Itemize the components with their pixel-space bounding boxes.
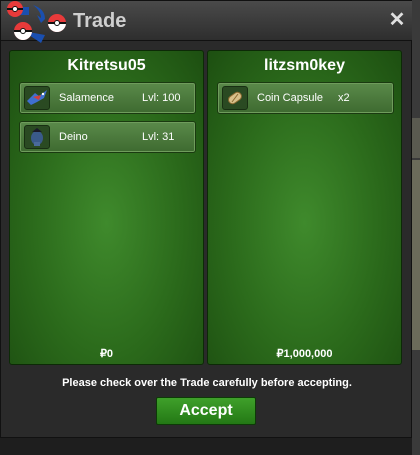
left-player-name: Kitretsu05 — [67, 57, 146, 74]
background-strip — [412, 118, 420, 158]
item-name: Coin Capsule — [257, 92, 324, 104]
background-edge — [412, 0, 420, 455]
item-level: Lvl: 100 — [142, 92, 181, 104]
title-bar[interactable]: Trade ✕ — [1, 1, 413, 43]
item-name: Deino — [59, 131, 88, 143]
coin-capsule-icon — [222, 86, 248, 110]
left-trade-panel: Kitretsu05 Salamence Lvl: 100 Deino Lvl:… — [9, 50, 204, 365]
trade-logo-icon — [7, 1, 66, 43]
right-item-coin-capsule[interactable]: Coin Capsule x2 — [217, 82, 394, 114]
deino-icon — [24, 125, 50, 149]
trade-notice: Please check over the Trade carefully be… — [62, 377, 352, 389]
left-item-deino[interactable]: Deino Lvl: 31 — [19, 121, 196, 153]
trade-window: Trade ✕ Kitretsu05 Salamence Lvl: 100 De… — [0, 0, 413, 438]
close-icon[interactable]: ✕ — [387, 10, 407, 30]
background-strip — [412, 160, 420, 350]
left-money: ₽0 — [99, 348, 114, 360]
right-money: ₽1,000,000 — [276, 348, 333, 360]
item-quantity: x2 — [338, 92, 350, 104]
accept-button[interactable]: Accept — [156, 397, 256, 425]
item-name: Salamence — [59, 92, 115, 104]
right-trade-panel: litzsm0key Coin Capsule x2 ₽1,000,000 — [207, 50, 402, 365]
right-player-name: litzsm0key — [264, 57, 345, 74]
window-title: Trade — [73, 10, 127, 32]
salamence-icon — [24, 86, 50, 110]
item-level: Lvl: 31 — [142, 131, 175, 143]
left-item-salamence[interactable]: Salamence Lvl: 100 — [19, 82, 196, 114]
